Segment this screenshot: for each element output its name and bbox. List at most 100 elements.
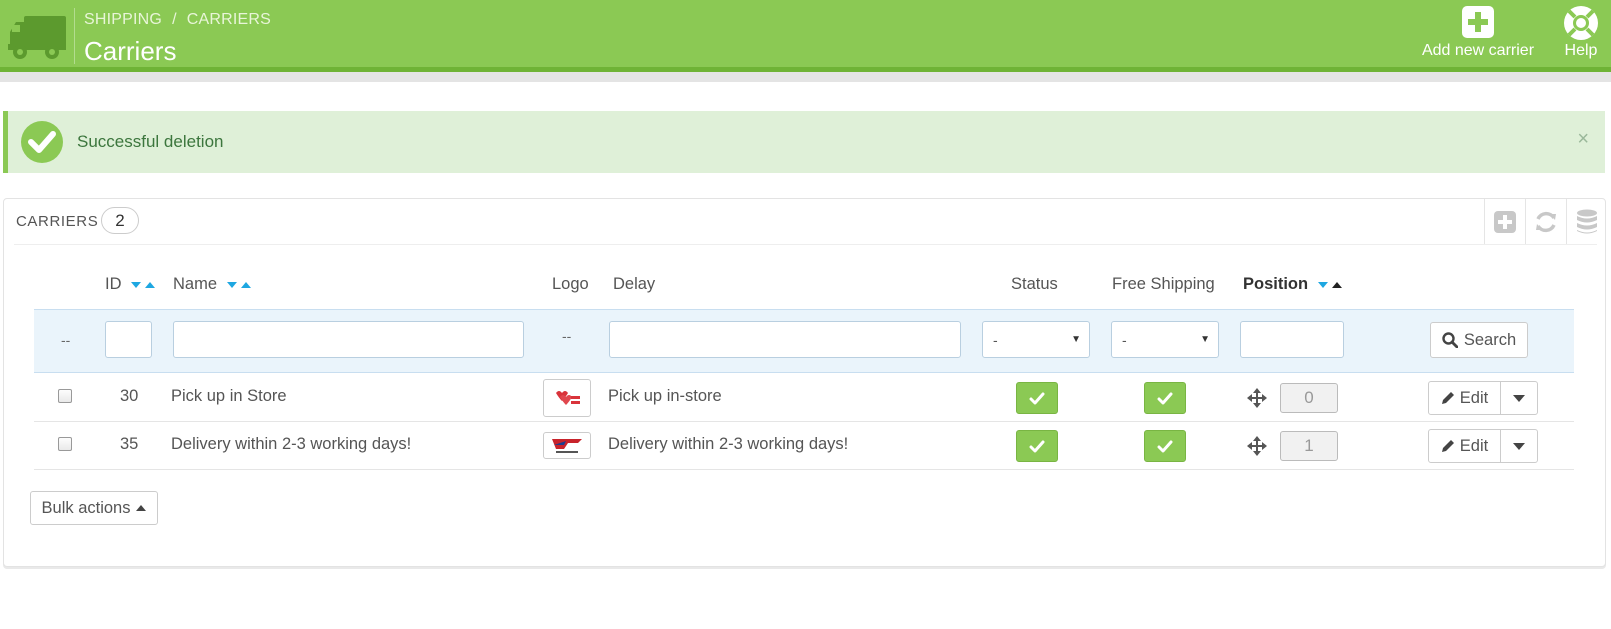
row-actions-dropdown[interactable]	[1501, 382, 1537, 414]
status-filter-value: -	[993, 332, 998, 348]
free-shipping-toggle[interactable]	[1144, 382, 1186, 414]
col-logo: Logo	[552, 275, 589, 293]
sort-arrows-icon[interactable]	[1317, 280, 1343, 290]
bulk-actions-button[interactable]: Bulk actions	[30, 491, 158, 525]
header-shadow	[0, 72, 1611, 82]
check-circle-icon	[21, 121, 63, 163]
name-filter-input[interactable]	[173, 321, 524, 358]
add-tool-button[interactable]	[1484, 199, 1525, 244]
row-checkbox[interactable]	[58, 389, 72, 403]
caret-up-icon	[136, 505, 147, 511]
row-name: Delivery within 2-3 working days!	[171, 435, 412, 453]
col-name-label: Name	[173, 275, 218, 293]
edit-button[interactable]: Edit	[1429, 382, 1501, 414]
database-tool-button[interactable]	[1566, 199, 1607, 244]
filter-row: -- -- - ▼ - ▼ Search	[34, 309, 1574, 373]
empty-filter-marker: --	[61, 332, 71, 348]
success-alert: Successful deletion ×	[3, 111, 1605, 173]
search-button[interactable]: Search	[1430, 322, 1528, 358]
position-value: 0	[1280, 383, 1338, 413]
table-row: 35 Delivery within 2-3 working days! Del…	[34, 422, 1574, 470]
position-filter-input[interactable]	[1240, 321, 1344, 358]
row-checkbox[interactable]	[58, 437, 72, 451]
row-id: 35	[120, 435, 139, 453]
table-header: ID Name Logo Delay Status Free Shipping …	[34, 275, 1574, 305]
breadcrumb-separator: /	[172, 11, 177, 28]
book-lovers-logo	[556, 391, 580, 405]
logo-filter-marker: --	[562, 328, 572, 344]
free-shipping-filter-value: -	[1122, 332, 1127, 348]
panel-heading: CARRIERS 2	[14, 199, 1597, 245]
status-filter-select[interactable]: - ▼	[982, 321, 1090, 358]
drag-move-icon[interactable]	[1247, 436, 1267, 456]
col-position-label: Position	[1243, 275, 1309, 293]
breadcrumb-carriers[interactable]: CARRIERS	[187, 11, 271, 28]
row-action-group: Edit	[1428, 429, 1538, 463]
breadcrumb: SHIPPING / CARRIERS	[84, 11, 271, 29]
status-toggle[interactable]	[1016, 382, 1058, 414]
free-shipping-toggle[interactable]	[1144, 430, 1186, 462]
page-title: Carriers	[84, 36, 177, 66]
lifebuoy-icon	[1564, 6, 1598, 40]
caret-down-icon	[1513, 442, 1525, 450]
sort-arrows-icon[interactable]	[130, 280, 156, 290]
carriers-panel: CARRIERS 2 ID Name Logo Delay Status Fre…	[3, 198, 1606, 567]
panel-title: CARRIERS	[16, 213, 99, 230]
col-status: Status	[1011, 275, 1058, 293]
check-icon	[1157, 440, 1173, 452]
count-badge: 2	[101, 207, 139, 234]
check-icon	[1029, 392, 1045, 404]
col-id: ID	[105, 275, 156, 294]
carrier-logo	[543, 379, 591, 417]
id-filter-input[interactable]	[105, 321, 152, 358]
page-header: SHIPPING / CARRIERS Carriers Add new carri…	[0, 0, 1611, 72]
table-row: 30 Pick up in Store Pick up in-store 0 E…	[34, 374, 1574, 422]
pencil-icon	[1441, 392, 1454, 404]
help-button[interactable]: Help	[1558, 6, 1604, 60]
check-icon	[1029, 440, 1045, 452]
panel-toolbar	[1484, 199, 1607, 244]
refresh-tool-button[interactable]	[1525, 199, 1566, 244]
col-name: Name	[173, 275, 252, 294]
plus-square-icon	[1462, 6, 1494, 38]
breadcrumb-shipping[interactable]: SHIPPING	[84, 11, 162, 28]
drag-move-icon[interactable]	[1247, 388, 1267, 408]
row-action-group: Edit	[1428, 381, 1538, 415]
close-icon[interactable]: ×	[1577, 128, 1589, 151]
row-delay: Pick up in-store	[608, 387, 722, 405]
carrier-logo	[543, 432, 591, 459]
refresh-icon	[1536, 211, 1556, 232]
sort-arrows-icon[interactable]	[226, 280, 252, 290]
edit-button[interactable]: Edit	[1429, 430, 1501, 462]
dropdown-arrow-icon: ▼	[1071, 334, 1081, 345]
alert-message: Successful deletion	[77, 132, 224, 151]
row-actions-dropdown[interactable]	[1501, 430, 1537, 462]
edit-button-label: Edit	[1459, 436, 1489, 455]
position-value: 1	[1280, 431, 1338, 461]
check-icon	[1157, 392, 1173, 404]
col-id-label: ID	[105, 275, 122, 293]
bulk-actions-label: Bulk actions	[41, 498, 131, 517]
pencil-icon	[1441, 440, 1454, 452]
search-button-label: Search	[1463, 330, 1517, 349]
caret-down-icon	[1513, 394, 1525, 402]
edit-button-label: Edit	[1459, 388, 1489, 407]
delay-filter-input[interactable]	[609, 321, 961, 358]
add-new-carrier-button[interactable]: Add new carrier	[1416, 6, 1540, 60]
truck-icon	[8, 16, 66, 59]
status-toggle[interactable]	[1016, 430, 1058, 462]
help-label: Help	[1564, 42, 1598, 59]
add-new-carrier-label: Add new carrier	[1421, 42, 1535, 59]
row-delay: Delivery within 2-3 working days!	[608, 435, 849, 453]
courier-logo	[552, 439, 582, 453]
dropdown-arrow-icon: ▼	[1200, 334, 1210, 345]
header-divider	[74, 8, 75, 64]
free-shipping-filter-select[interactable]: - ▼	[1111, 321, 1219, 358]
row-id: 30	[120, 387, 139, 405]
col-free-shipping: Free Shipping	[1112, 275, 1215, 293]
database-icon	[1577, 209, 1597, 233]
add-icon	[1494, 210, 1516, 233]
search-icon	[1442, 332, 1458, 348]
row-name: Pick up in Store	[171, 387, 287, 405]
col-position: Position	[1243, 275, 1343, 294]
